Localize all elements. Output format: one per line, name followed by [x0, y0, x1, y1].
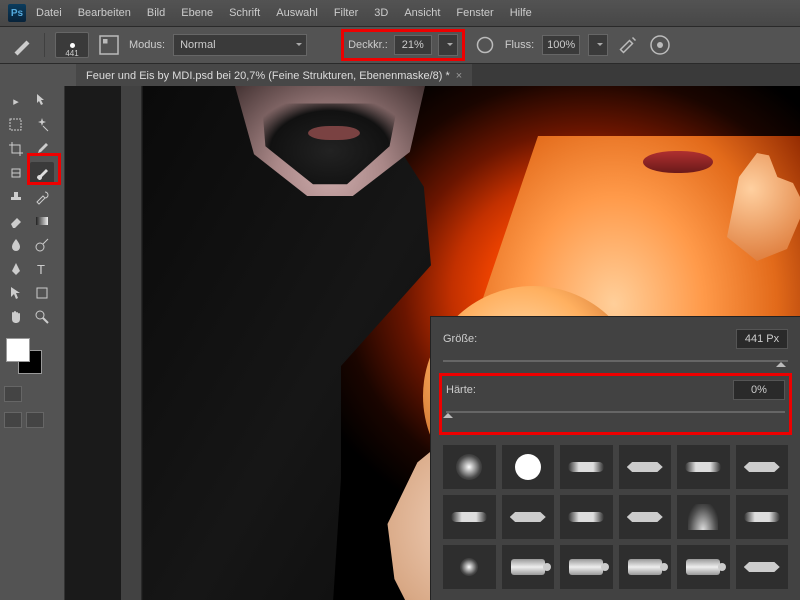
mode-label: Modus:: [129, 39, 165, 51]
brush-preset[interactable]: [619, 445, 672, 489]
expand-tool-icon[interactable]: ▸: [4, 90, 28, 112]
screenmode-row: [4, 412, 60, 428]
brush-preset[interactable]: [736, 445, 789, 489]
brush-preset[interactable]: [560, 445, 613, 489]
app-logo: Ps: [8, 4, 26, 22]
path-select-tool[interactable]: [4, 282, 28, 304]
opacity-dropdown[interactable]: [438, 34, 458, 56]
hand-tool[interactable]: [4, 306, 28, 328]
hardness-value[interactable]: 0%: [733, 380, 785, 400]
type-tool[interactable]: T: [30, 258, 54, 280]
collapsed-panel-strip[interactable]: [121, 86, 142, 600]
canvas-area: + Größe: 441 Px Härte: 0%: [65, 86, 800, 600]
menu-bearbeiten[interactable]: Bearbeiten: [78, 7, 131, 19]
menu-bar: Ps Datei Bearbeiten Bild Ebene Schrift A…: [0, 0, 800, 27]
brush-preset[interactable]: [502, 495, 555, 539]
hardness-row: Härte: 0%: [446, 380, 785, 400]
brush-preset-grid: [443, 445, 788, 589]
quickmask-icon[interactable]: [4, 386, 22, 402]
move-tool[interactable]: [30, 90, 54, 112]
brush-tool-highlight: [30, 156, 58, 182]
opacity-label: Deckkr.:: [348, 39, 388, 51]
zoom-tool[interactable]: [30, 306, 54, 328]
gradient-tool[interactable]: [30, 210, 54, 232]
blur-tool[interactable]: [4, 234, 28, 256]
size-value[interactable]: 441 Px: [736, 329, 788, 349]
menu-datei[interactable]: Datei: [36, 7, 62, 19]
pressure-size-icon[interactable]: [648, 33, 672, 57]
close-tab-icon[interactable]: ×: [456, 70, 462, 82]
screenmode2-icon[interactable]: [26, 412, 44, 428]
brush-preset[interactable]: [560, 545, 613, 589]
airbrush-icon[interactable]: [616, 33, 640, 57]
size-label: Größe:: [443, 333, 503, 345]
options-bar: 441 Modus: Normal Deckkr.: 21% Fluss: 10…: [0, 27, 800, 64]
menu-schrift[interactable]: Schrift: [229, 7, 260, 19]
shape-tool[interactable]: [30, 282, 54, 304]
brush-preset[interactable]: [619, 495, 672, 539]
hardness-highlight: Härte: 0%: [439, 373, 792, 435]
menu-hilfe[interactable]: Hilfe: [510, 7, 532, 19]
document-tab-title: Feuer und Eis by MDI.psd bei 20,7% (Fein…: [86, 70, 450, 82]
opacity-field[interactable]: 21%: [394, 35, 432, 55]
menu-filter[interactable]: Filter: [334, 7, 358, 19]
flow-field[interactable]: 100%: [542, 35, 580, 55]
menu-fenster[interactable]: Fenster: [456, 7, 493, 19]
dodge-tool[interactable]: [30, 234, 54, 256]
brush-preset[interactable]: [677, 545, 730, 589]
menu-bild[interactable]: Bild: [147, 7, 165, 19]
history-brush-tool[interactable]: [30, 186, 54, 208]
hardness-label: Härte:: [446, 384, 506, 396]
marquee-tool[interactable]: [4, 114, 28, 136]
brush-preset[interactable]: [677, 495, 730, 539]
foreground-swatch[interactable]: [6, 338, 30, 362]
flow-label: Fluss:: [505, 39, 534, 51]
size-slider[interactable]: [443, 355, 788, 367]
eraser-tool[interactable]: [4, 210, 28, 232]
pressure-opacity-icon[interactable]: [473, 33, 497, 57]
brush-preset[interactable]: [443, 495, 496, 539]
flow-dropdown[interactable]: [588, 34, 608, 56]
menu-ebene[interactable]: Ebene: [181, 7, 213, 19]
hardness-slider[interactable]: [446, 406, 785, 418]
brush-preset[interactable]: [443, 445, 496, 489]
patch-tool[interactable]: [4, 162, 28, 184]
svg-text:T: T: [37, 262, 45, 277]
brush-preset[interactable]: [443, 545, 496, 589]
size-row: Größe: 441 Px: [443, 329, 788, 349]
brush-preset[interactable]: [736, 545, 789, 589]
opacity-highlight: Deckkr.: 21%: [341, 29, 465, 61]
quickmask-row: [4, 386, 60, 402]
menu-ansicht[interactable]: Ansicht: [404, 7, 440, 19]
brush-preset[interactable]: [736, 495, 789, 539]
stamp-tool[interactable]: [4, 186, 28, 208]
document-tab[interactable]: Feuer und Eis by MDI.psd bei 20,7% (Fein…: [76, 64, 472, 88]
menu-auswahl[interactable]: Auswahl: [276, 7, 318, 19]
brush-preset[interactable]: [502, 545, 555, 589]
brush-preset-picker[interactable]: 441: [55, 32, 89, 58]
brush-panel-toggle-icon[interactable]: [97, 33, 121, 57]
brush-preset[interactable]: [560, 495, 613, 539]
brush-preset[interactable]: [502, 445, 555, 489]
brush-settings-panel: Größe: 441 Px Härte: 0%: [430, 316, 800, 600]
menu-3d[interactable]: 3D: [374, 7, 388, 19]
blend-mode-dropdown[interactable]: Normal: [173, 34, 307, 56]
brush-preset[interactable]: [677, 445, 730, 489]
document-canvas[interactable]: + Größe: 441 Px Härte: 0%: [143, 86, 800, 600]
pen-tool[interactable]: [4, 258, 28, 280]
crop-tool[interactable]: [4, 138, 28, 160]
tool-preset-icon[interactable]: [10, 33, 34, 57]
color-swatches[interactable]: [4, 336, 44, 376]
screenmode-icon[interactable]: [4, 412, 22, 428]
wand-tool[interactable]: [30, 114, 54, 136]
brush-preset[interactable]: [619, 545, 672, 589]
